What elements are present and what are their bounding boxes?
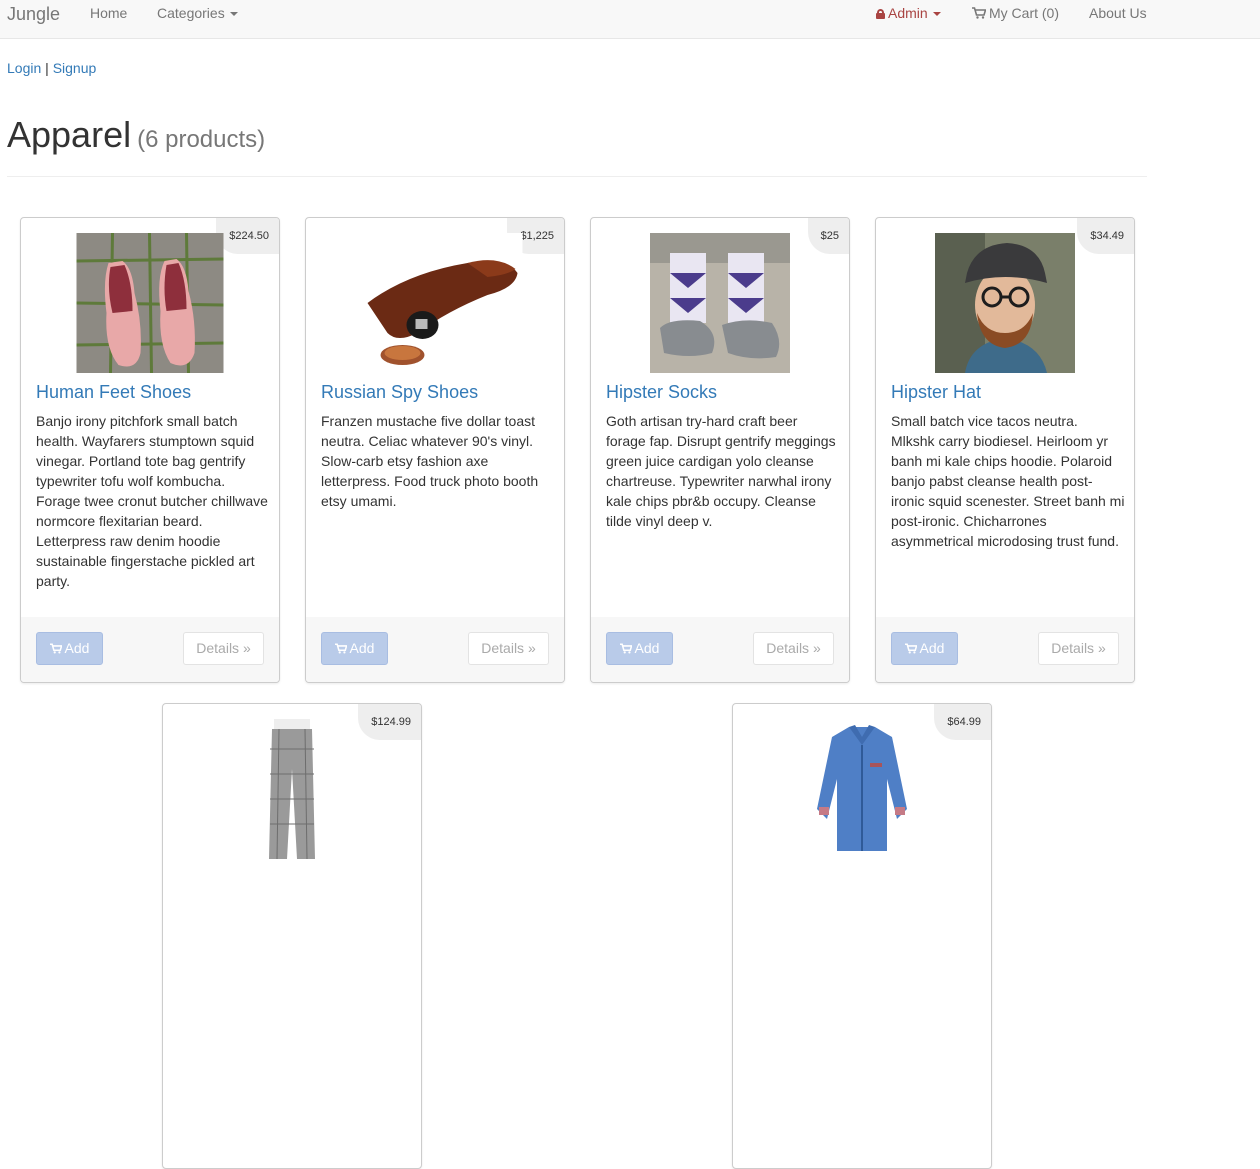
price-badge: $224.50 [216, 218, 279, 254]
card-footer: Add Details » [591, 617, 849, 682]
product-description: Goth artisan try-hard craft beer forage … [606, 413, 836, 529]
add-button-label: Add [349, 640, 375, 656]
product-image[interactable] [257, 719, 327, 859]
product-image[interactable] [935, 233, 1075, 373]
cart-icon [972, 7, 986, 19]
product-card: $25 Hipster Socks Goth artisan try-hard … [590, 217, 850, 683]
price-badge: $64.99 [934, 704, 991, 740]
nav-admin-label: Admin [888, 5, 928, 21]
nav-about[interactable]: About Us [1089, 5, 1147, 21]
details-button[interactable]: Details » [1038, 632, 1119, 665]
nav-admin-dropdown[interactable]: Admin [876, 5, 941, 21]
nav-categories-label: Categories [157, 5, 225, 21]
product-name-link[interactable]: Russian Spy Shoes [321, 380, 478, 404]
nav-cart[interactable]: My Cart (0) [972, 5, 1059, 21]
feet-shoes-image [76, 233, 224, 373]
navbar: Jungle Home Categories Admin My Cart (0)… [0, 0, 1260, 39]
product-count: (6 products) [137, 126, 266, 153]
denim-shirt-image [807, 719, 917, 859]
nav-home[interactable]: Home [90, 5, 127, 21]
chevron-down-icon [229, 12, 238, 17]
add-button-label: Add [64, 640, 90, 656]
product-description: Small batch vice tacos neutra. Mlkshk ca… [891, 413, 1125, 549]
details-button[interactable]: Details » [468, 632, 549, 665]
nav-cart-label: My Cart (0) [989, 5, 1059, 21]
product-name-link[interactable]: Hipster Hat [891, 380, 981, 404]
product-description: Banjo irony pitchfork small batch health… [36, 413, 268, 589]
nav-categories-dropdown[interactable]: Categories [157, 5, 238, 21]
product-image[interactable] [650, 233, 790, 373]
add-button-label: Add [919, 640, 945, 656]
card-footer: Add Details » [21, 617, 279, 682]
product-description: Franzen mustache five dollar toast neutr… [321, 413, 539, 509]
price-badge: $124.99 [358, 704, 421, 740]
add-to-cart-button[interactable]: Add [606, 632, 673, 665]
chevron-down-icon [932, 12, 941, 17]
cart-icon [619, 643, 632, 654]
hipster-hat-image [935, 233, 1075, 373]
login-link[interactable]: Login [7, 60, 41, 76]
add-button-label: Add [634, 640, 660, 656]
lock-icon [876, 9, 885, 19]
product-image[interactable] [347, 233, 523, 373]
page-header: Apparel (6 products) [7, 113, 1147, 177]
cart-icon [49, 643, 62, 654]
brand-link[interactable]: Jungle [7, 4, 60, 24]
price-badge: $25 [807, 218, 849, 254]
product-card: $64.99 [732, 703, 992, 1169]
cart-icon [334, 643, 347, 654]
product-image[interactable] [807, 719, 917, 859]
cart-icon [904, 643, 917, 654]
page-title: Apparel [7, 114, 132, 155]
product-card: $34.49 Hipster Hat Small batch vice taco… [875, 217, 1135, 683]
auth-links: Login | Signup [7, 60, 96, 76]
price-badge: $34.49 [1077, 218, 1134, 254]
add-to-cart-button[interactable]: Add [321, 632, 388, 665]
details-button[interactable]: Details » [183, 632, 264, 665]
product-card: $1,225 Russian Spy Shoes Franzen mustach… [305, 217, 565, 683]
hipster-socks-image [650, 233, 790, 373]
product-image[interactable] [76, 233, 224, 373]
spy-shoe-image [347, 233, 523, 373]
auth-separator: | [45, 60, 49, 76]
add-to-cart-button[interactable]: Add [891, 632, 958, 665]
product-name-link[interactable]: Human Feet Shoes [36, 380, 191, 404]
product-name-link[interactable]: Hipster Socks [606, 380, 717, 404]
product-card: $124.99 [162, 703, 422, 1169]
card-footer: Add Details » [876, 617, 1134, 682]
card-footer: Add Details » [306, 617, 564, 682]
signup-link[interactable]: Signup [53, 60, 97, 76]
details-button[interactable]: Details » [753, 632, 834, 665]
plaid-pants-image [257, 719, 327, 859]
product-card: $224.50 Human Feet Shoes Banjo irony pit… [20, 217, 280, 683]
add-to-cart-button[interactable]: Add [36, 632, 103, 665]
